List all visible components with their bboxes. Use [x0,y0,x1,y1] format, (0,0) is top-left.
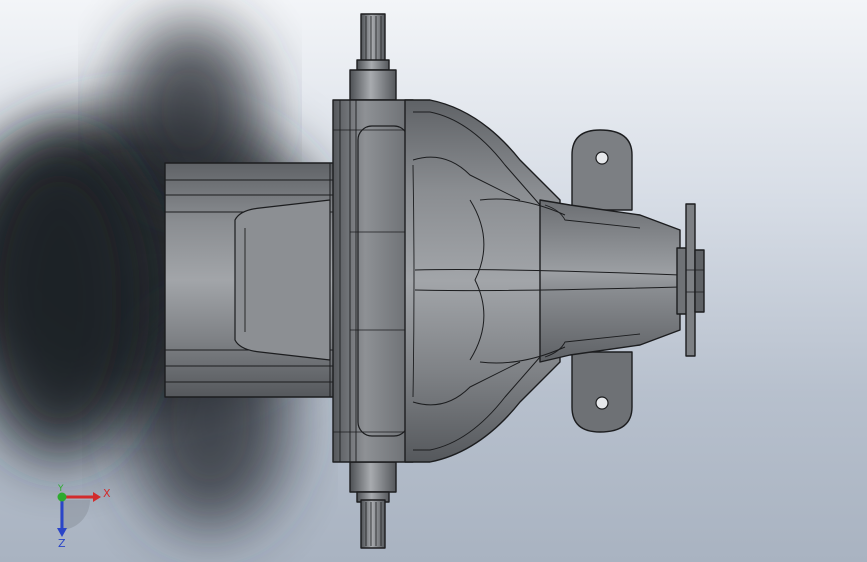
triad-y-label: Y [58,484,64,494]
left-housing-block[interactable] [164,162,346,398]
top-axle-shaft[interactable] [349,13,397,101]
x-arrowhead-icon [93,492,101,502]
axis-triad [57,492,101,537]
bell-housing[interactable] [404,99,561,463]
mounting-ear-top[interactable] [571,129,633,211]
mounting-ear-bottom[interactable] [571,351,633,433]
triad-x-label: X [103,487,111,500]
main-flange[interactable] [332,99,414,463]
pinion-flange[interactable] [676,203,705,357]
bottom-axle-shaft[interactable] [349,461,397,549]
z-arrowhead-icon [57,528,67,537]
triad-plane-shading [60,500,90,530]
bolt-hole-icon [595,151,609,165]
triad-z-label: Z [58,537,66,550]
model-view[interactable] [0,0,867,562]
bolt-hole-icon [595,396,609,410]
graphics-viewport[interactable]: X Y Z [0,0,867,562]
